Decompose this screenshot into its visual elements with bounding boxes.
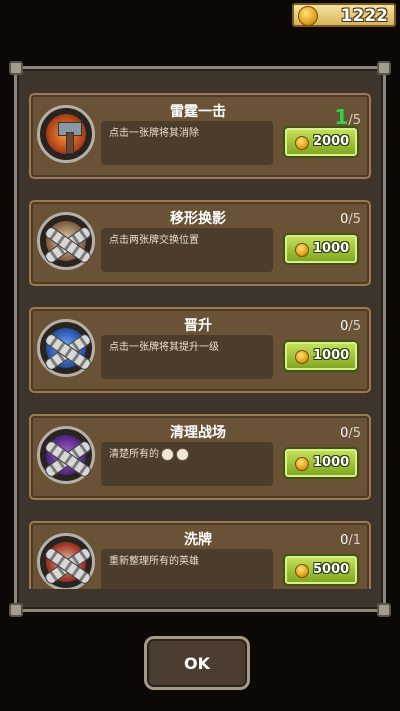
buy-button[interactable]: 2000 bbox=[283, 126, 359, 158]
item-title: 雷霆一击 bbox=[170, 104, 226, 120]
description-box: 重新整理所有的英雄 bbox=[101, 549, 273, 589]
shuffle-icon bbox=[37, 533, 95, 589]
item-title: 洗牌 bbox=[184, 532, 212, 548]
item-description: 点击两张牌交换位置 bbox=[109, 235, 199, 246]
item-title: 晋升 bbox=[184, 318, 212, 334]
list-item: 晋升 0/5 点击一张牌将其提升一级 1000 bbox=[29, 307, 371, 393]
list-item: 移形换影 0/5 点击两张牌交换位置 1000 bbox=[29, 200, 371, 286]
item-description: 重新整理所有的英雄 bbox=[109, 556, 199, 567]
item-progress: 0/1 bbox=[340, 533, 361, 548]
shop-panel: 雷霆一击 1/5 点击一张牌将其消除 2000 移形换影 0/5 点击两张牌交换… bbox=[9, 61, 391, 617]
list-item: 洗牌 0/1 重新整理所有的英雄 5000 bbox=[29, 521, 371, 589]
frame-corner bbox=[377, 61, 391, 75]
item-description: 清楚所有的 bbox=[109, 445, 269, 461]
item-description: 点击一张牌将其消除 bbox=[109, 128, 199, 139]
item-progress: 0/5 bbox=[340, 426, 361, 441]
item-progress: 0/5 bbox=[340, 319, 361, 334]
buy-button[interactable]: 1000 bbox=[283, 447, 359, 479]
skull-badge-icon bbox=[176, 447, 189, 461]
swap-scroll-icon bbox=[37, 212, 95, 270]
frame-corner bbox=[9, 61, 23, 75]
coin-icon bbox=[295, 243, 309, 257]
list-item: 清理战场 0/5 清楚所有的 1000 bbox=[29, 414, 371, 500]
price-label: 5000 bbox=[313, 562, 350, 577]
description-box: 点击一张牌将其消除 bbox=[101, 121, 273, 165]
buy-button[interactable]: 1000 bbox=[283, 340, 359, 372]
ok-button-label: OK bbox=[184, 654, 210, 673]
frame-corner bbox=[377, 603, 391, 617]
coin-icon bbox=[295, 457, 309, 471]
item-list[interactable]: 雷霆一击 1/5 点击一张牌将其消除 2000 移形换影 0/5 点击两张牌交换… bbox=[29, 89, 371, 589]
frame-corner bbox=[9, 603, 23, 617]
coin-icon bbox=[298, 6, 318, 26]
buy-button[interactable]: 5000 bbox=[283, 554, 359, 586]
price-label: 2000 bbox=[313, 134, 350, 149]
skull-badge-icon bbox=[161, 447, 174, 461]
buy-button[interactable]: 1000 bbox=[283, 233, 359, 265]
coin-icon bbox=[295, 564, 309, 578]
hammer-icon bbox=[37, 105, 95, 163]
price-label: 1000 bbox=[313, 348, 350, 363]
coin-counter: 1222 bbox=[292, 3, 396, 27]
coin-icon bbox=[295, 350, 309, 364]
list-item: 雷霆一击 1/5 点击一张牌将其消除 2000 bbox=[29, 93, 371, 179]
ok-button[interactable]: OK bbox=[144, 636, 250, 690]
item-progress: 0/5 bbox=[340, 212, 361, 227]
coin-icon bbox=[295, 136, 309, 150]
description-box: 清楚所有的 bbox=[101, 442, 273, 486]
item-description: 点击一张牌将其提升一级 bbox=[109, 342, 219, 353]
coin-amount: 1222 bbox=[340, 6, 388, 26]
item-title: 移形换影 bbox=[170, 211, 226, 227]
description-box: 点击一张牌将其提升一级 bbox=[101, 335, 273, 379]
price-label: 1000 bbox=[313, 241, 350, 256]
price-label: 1000 bbox=[313, 455, 350, 470]
clear-field-icon bbox=[37, 426, 95, 484]
description-box: 点击两张牌交换位置 bbox=[101, 228, 273, 272]
promote-icon bbox=[37, 319, 95, 377]
item-title: 清理战场 bbox=[170, 425, 226, 441]
